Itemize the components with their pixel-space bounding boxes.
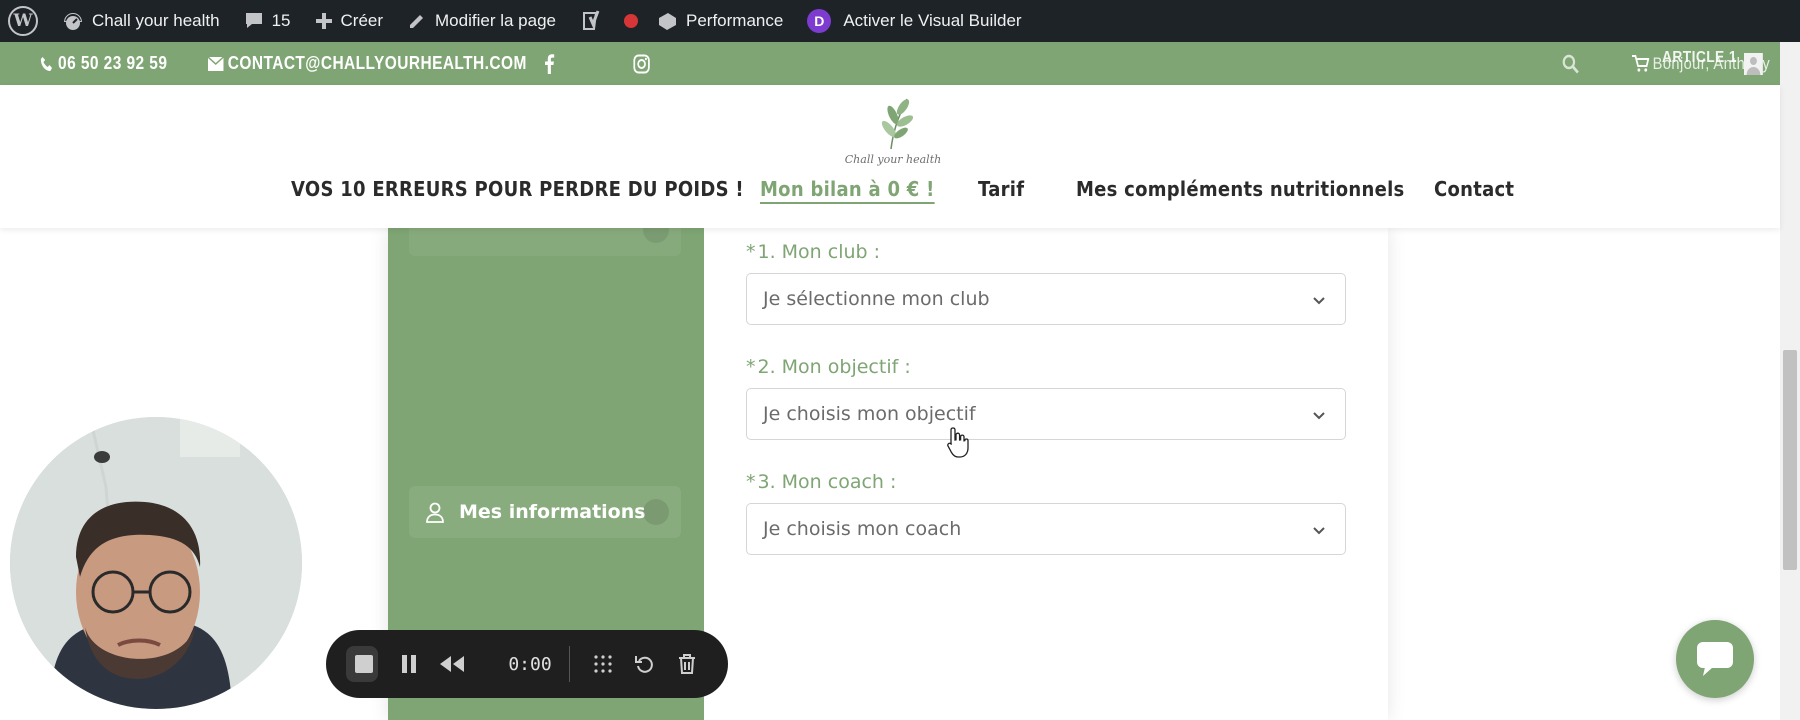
objectif-select[interactable]: Je choisis mon objectif — [746, 388, 1346, 440]
required-mark: * — [746, 471, 756, 493]
wordpress-icon: W — [8, 6, 38, 36]
delete-button[interactable] — [672, 630, 702, 698]
club-label-text: 1. Mon club : — [757, 241, 881, 263]
phone-link[interactable]: 06 50 23 92 59 — [40, 42, 167, 85]
seo-status-dot — [623, 14, 638, 28]
user-icon — [426, 502, 444, 523]
recording-time: 0:00 — [508, 653, 552, 675]
webcam-person-image — [10, 417, 302, 709]
objectif-select-value: Je choisis mon objectif — [763, 403, 976, 425]
envelope-icon — [208, 56, 224, 71]
restart-button[interactable] — [630, 630, 660, 698]
performance-icon — [658, 13, 676, 30]
chevron-down-icon — [1313, 527, 1325, 535]
edit-label: Modifier la page — [435, 11, 556, 30]
stop-icon — [346, 646, 378, 682]
grid-button[interactable] — [588, 630, 618, 698]
phone-number: 06 50 23 92 59 — [58, 53, 168, 73]
leaf-logo-icon — [881, 98, 914, 150]
plus-icon — [315, 13, 332, 29]
facebook-link[interactable] — [544, 42, 559, 85]
user-avatar-icon — [1744, 52, 1763, 75]
email-link[interactable]: CONTACT@CHALLYOURHEALTH.COM — [208, 42, 527, 85]
page-scrollbar[interactable] — [1780, 42, 1800, 720]
nav-item-complements[interactable]: Mes compléments nutritionnels — [1076, 177, 1405, 201]
coach-select-value: Je choisis mon coach — [763, 518, 962, 540]
nav-item-contact[interactable]: Contact — [1434, 177, 1514, 201]
search-icon — [1562, 54, 1579, 74]
cart-icon — [1632, 54, 1650, 72]
edit-page-link[interactable]: Modifier la page — [395, 0, 568, 42]
cart-count[interactable]: ARTICLE 1 — [1662, 36, 1737, 79]
chat-widget-button[interactable] — [1676, 620, 1754, 698]
nav-item-erreurs[interactable]: VOS 10 ERREURS POUR PERDRE DU POIDS ! — [291, 177, 744, 201]
restart-icon — [635, 656, 653, 673]
instagram-link[interactable] — [633, 42, 655, 85]
yoast-icon — [582, 10, 600, 30]
recorder-divider — [569, 646, 570, 682]
account-avatar[interactable] — [1744, 42, 1767, 85]
performance-menu[interactable]: Performance — [644, 0, 795, 42]
objectif-field-label: * 2. Mon objectif : — [746, 356, 911, 378]
dots-grid-icon — [594, 655, 612, 673]
chevron-down-icon — [1313, 412, 1325, 420]
sidebar-step-informations[interactable]: Mes informations — [409, 486, 681, 538]
performance-label: Performance — [685, 11, 784, 30]
screen-recorder-bar: 0:00 — [326, 630, 728, 698]
search-toggle[interactable] — [1562, 42, 1584, 85]
site-header: Chall your health VOS 10 ERREURS POUR PE… — [0, 85, 1780, 228]
scrollbar-thumb[interactable] — [1783, 350, 1797, 570]
rewind-button[interactable] — [434, 630, 470, 698]
club-select[interactable]: Je sélectionne mon club — [746, 273, 1346, 325]
divi-builder-link[interactable]: D Activer le Visual Builder — [795, 0, 1033, 42]
dashboard-icon — [64, 13, 82, 30]
trash-icon — [679, 654, 695, 674]
required-mark: * — [746, 356, 756, 378]
nav-item-bilan[interactable]: Mon bilan à 0 € ! — [760, 177, 935, 201]
facebook-icon — [545, 53, 555, 74]
wp-admin-bar: W Chall your health 15 Créer Modifier la… — [0, 0, 1800, 42]
sidebar-item-label: Mes informations — [459, 501, 646, 523]
objectif-label-text: 2. Mon objectif : — [757, 356, 911, 378]
new-label: Créer — [340, 11, 384, 30]
site-logo[interactable]: Chall your health — [838, 91, 948, 171]
phone-icon — [40, 56, 53, 71]
hand-cursor-icon — [947, 427, 969, 458]
site-name: Chall your health — [92, 11, 220, 30]
rewind-icon — [440, 656, 464, 672]
cart-label: ARTICLE 1 — [1662, 48, 1737, 66]
new-content-menu[interactable]: Créer — [303, 0, 396, 42]
chat-icon — [1697, 642, 1733, 676]
pause-button[interactable] — [394, 630, 424, 698]
comments-count: 15 — [271, 11, 291, 30]
logo-script-text: Chall your health — [844, 153, 942, 166]
step-status-dot — [643, 499, 669, 525]
coach-field-label: * 3. Mon coach : — [746, 471, 896, 493]
pause-icon — [402, 655, 416, 673]
chevron-down-icon — [1313, 297, 1325, 305]
coach-select[interactable]: Je choisis mon coach — [746, 503, 1346, 555]
comments-menu[interactable]: 15 — [232, 0, 303, 42]
divi-label: Activer le Visual Builder — [843, 11, 1022, 30]
email-address: CONTACT@CHALLYOURHEALTH.COM — [227, 53, 527, 73]
main-nav: VOS 10 ERREURS POUR PERDRE DU POIDS ! Mo… — [0, 177, 1780, 217]
contact-top-bar: 06 50 23 92 59 CONTACT@CHALLYOURHEALTH.C… — [0, 42, 1780, 85]
wp-logo-menu[interactable]: W — [0, 0, 50, 42]
pencil-icon — [410, 15, 424, 28]
required-mark: * — [746, 241, 756, 263]
club-select-value: Je sélectionne mon club — [763, 288, 990, 310]
site-name-menu[interactable]: Chall your health — [50, 0, 232, 42]
nav-item-tarif[interactable]: Tarif — [978, 177, 1024, 201]
instagram-icon — [633, 54, 650, 73]
seo-menu[interactable] — [568, 0, 644, 42]
divi-icon: D — [807, 9, 832, 33]
comment-icon — [245, 13, 262, 28]
webcam-bubble[interactable] — [10, 417, 302, 709]
club-field-label: * 1. Mon club : — [746, 241, 880, 263]
coach-label-text: 3. Mon coach : — [757, 471, 897, 493]
stop-record-button[interactable] — [346, 630, 378, 698]
